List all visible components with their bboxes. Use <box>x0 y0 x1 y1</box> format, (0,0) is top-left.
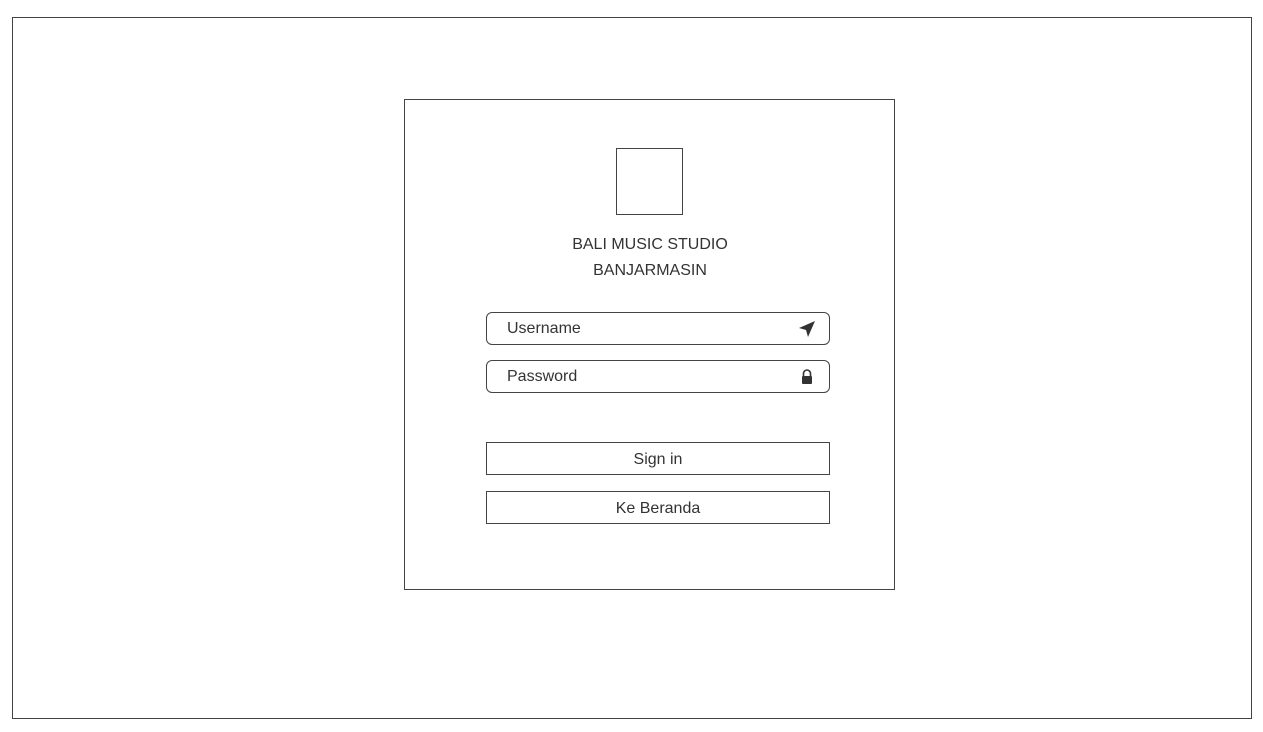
home-button[interactable]: Ke Beranda <box>486 491 830 524</box>
password-field[interactable] <box>486 360 830 393</box>
logo-placeholder <box>616 148 683 215</box>
username-field[interactable] <box>486 312 830 345</box>
brand-title: BALI MUSIC STUDIO BANJARMASIN <box>490 232 810 284</box>
brand-title-line1: BALI MUSIC STUDIO <box>572 236 728 253</box>
brand-title-line2: BANJARMASIN <box>593 262 707 279</box>
sign-in-button[interactable]: Sign in <box>486 442 830 475</box>
password-input[interactable] <box>487 361 829 392</box>
lock-icon <box>797 367 817 387</box>
paper-plane-icon <box>797 319 817 339</box>
username-input[interactable] <box>487 313 829 344</box>
